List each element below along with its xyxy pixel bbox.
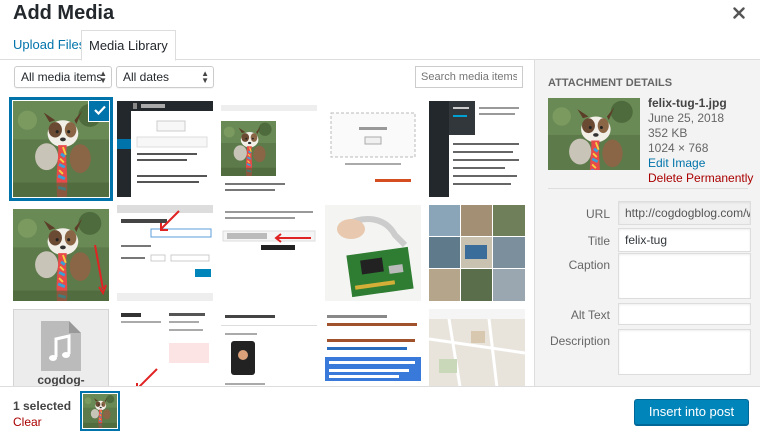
media-thumb-photo-collage[interactable] [429,205,525,301]
media-thumb-dog-in-post[interactable] [221,101,317,197]
url-field[interactable]: http://cogdogblog.com/wp- [618,201,751,225]
selected-check-icon[interactable] [89,101,109,121]
insert-into-post-button[interactable]: Insert into post [634,399,749,425]
url-label: URL [585,207,610,221]
close-button[interactable] [726,0,752,26]
tab-media-library[interactable]: Media Library [81,30,176,61]
media-thumb-dog-arrow[interactable] [13,205,109,301]
media-thumb-map[interactable] [429,309,525,386]
selected-media-mini-thumb[interactable] [83,394,117,428]
attachment-date: June 25, 2018 [648,111,725,125]
media-thumb-dog-photo[interactable] [13,101,109,197]
media-thumb-code-editor[interactable] [429,101,525,197]
attachment-info: felix-tug-1.jpg June 25, 2018 352 KB 102… [648,96,753,186]
search-media-input[interactable] [415,66,523,88]
audio-file-name: cogdog- [37,373,85,386]
alt-text-field[interactable] [618,303,751,325]
media-thumb-screenshot-editor[interactable] [117,101,213,197]
media-grid: cogdog- [0,94,534,386]
media-thumb-twitter[interactable] [221,309,317,386]
attachment-size: 352 KB [648,126,688,140]
attachment-details-panel: ATTACHMENT DETAILS felix-tug-1.jpg June … [534,60,760,386]
media-thumb-insert-edit-dialog[interactable] [117,205,213,301]
select-arrows-icon: ▲ ▼ [201,69,209,85]
audio-file-icon [41,321,81,371]
attachment-filename: felix-tug-1.jpg [648,96,727,110]
media-thumb-audio-file[interactable]: cogdog- [13,309,109,386]
media-thumb-html-code[interactable] [325,309,421,386]
media-thumb-editor-toolbar[interactable] [221,205,317,301]
title-label: Title [587,234,610,248]
delete-permanently-link[interactable]: Delete Permanently [648,171,753,186]
media-tabs: Upload Files Media Library [0,30,760,61]
media-thumb-drop-files[interactable] [325,101,421,197]
description-label: Description [549,334,610,348]
attachment-dimensions: 1024 × 768 [648,141,709,155]
media-toolbar: All media items ▲ ▼ All dates ▲ ▼ [0,60,534,94]
close-icon [733,7,745,19]
date-filter-value: All dates [123,70,170,84]
attachment-preview [548,98,640,170]
select-arrows-icon: ▲ ▼ [99,69,107,85]
media-type-filter-value: All media items [21,70,103,84]
caption-field[interactable] [618,253,751,299]
selected-count: 1 selected [13,399,72,413]
date-filter[interactable]: All dates ▲ ▼ [116,66,214,88]
tab-upload-files[interactable]: Upload Files [6,30,92,61]
title-field[interactable]: felix-tug [618,228,751,252]
details-divider [548,188,748,189]
media-footer-toolbar: 1 selected Clear Insert into post [0,386,760,433]
media-type-filter[interactable]: All media items ▲ ▼ [14,66,112,88]
alt-text-label: Alt Text [570,308,610,322]
media-thumb-blog-post[interactable] [117,309,213,386]
caption-label: Caption [568,258,610,272]
attachment-details-header: ATTACHMENT DETAILS [548,77,673,89]
clear-selection-link[interactable]: Clear [13,415,42,429]
modal-title: Add Media [13,2,115,24]
description-field[interactable] [618,329,751,375]
edit-image-link[interactable]: Edit Image [648,156,753,171]
media-thumb-raspberry-pi[interactable] [325,205,421,301]
